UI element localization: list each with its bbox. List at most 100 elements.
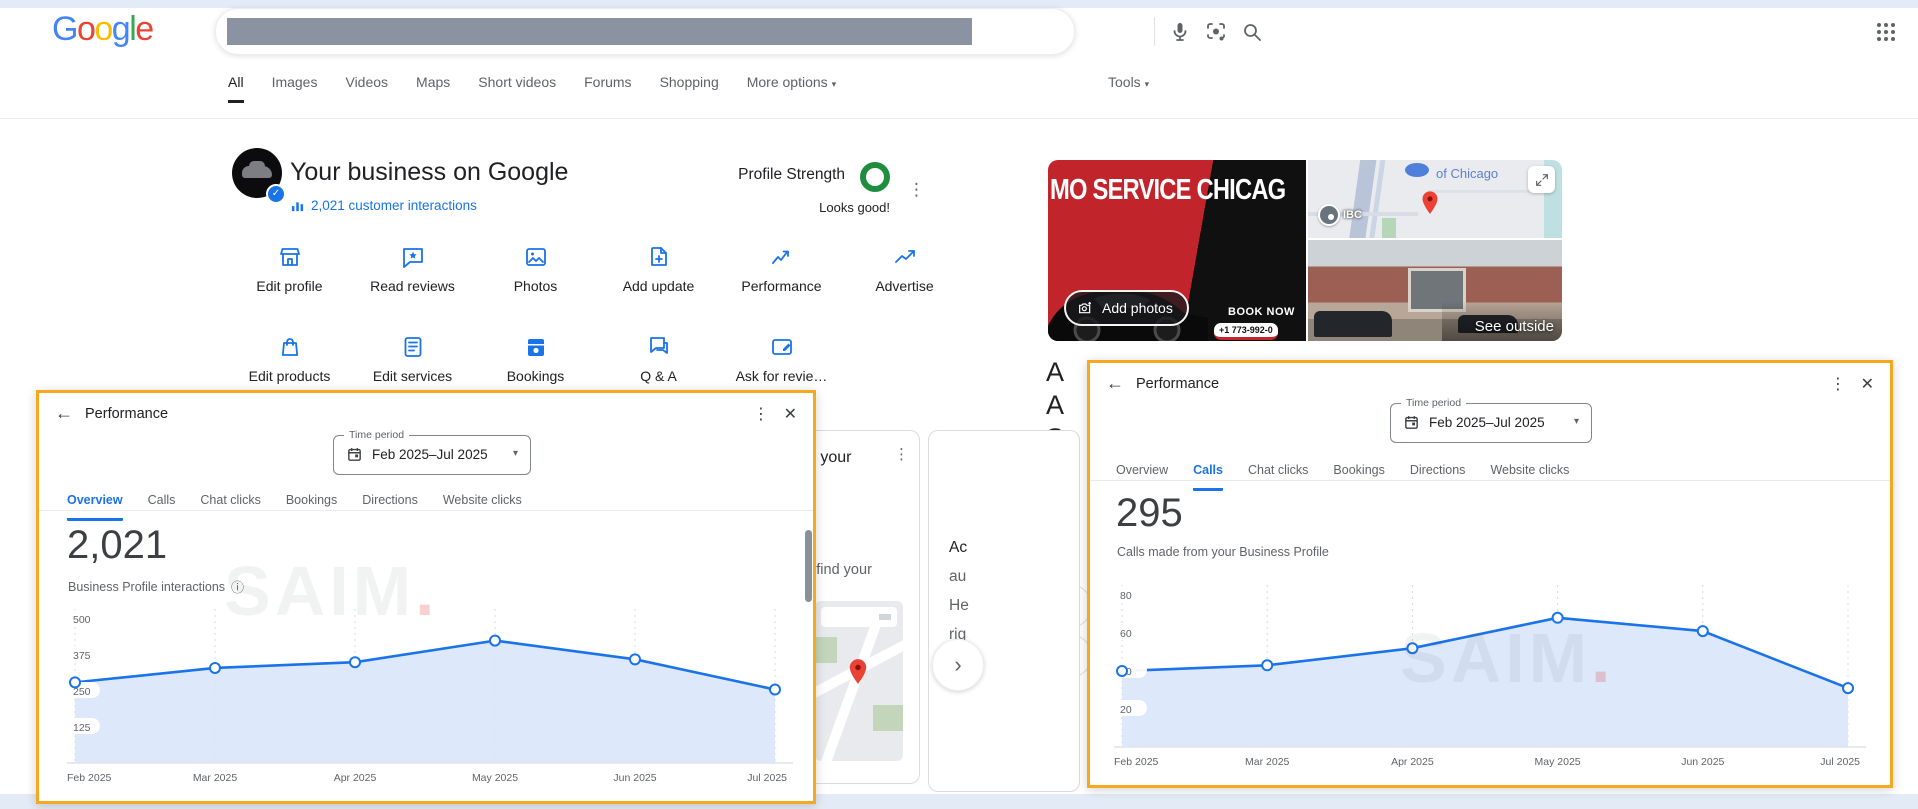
action-edit-services[interactable]: Edit services xyxy=(351,335,474,384)
performance-tab-overview[interactable]: Overview xyxy=(1116,463,1168,491)
time-period-field[interactable]: Time period Feb 2025–Jul 2025 ▾ xyxy=(1390,397,1592,443)
performance-tab-chat-clicks[interactable]: Chat clicks xyxy=(1248,463,1308,491)
search-bar[interactable] xyxy=(215,8,1261,55)
search-tab-maps[interactable]: Maps xyxy=(416,74,450,103)
business-overflow-menu[interactable]: ⋮ xyxy=(908,180,925,200)
profile-strength-ring[interactable] xyxy=(860,162,890,192)
map-area-label: of Chicago xyxy=(1436,166,1499,181)
tools-menu[interactable]: Tools ▾ xyxy=(1108,74,1149,90)
overflow-menu-icon[interactable]: ⋮ xyxy=(1830,374,1846,394)
add-photos-button[interactable]: Add photos xyxy=(1064,290,1189,326)
action-label: Q & A xyxy=(640,368,677,384)
mini-map-park xyxy=(815,637,837,663)
action-ask-for-revie-[interactable]: Ask for revie… xyxy=(720,335,843,384)
action-edit-profile[interactable]: Edit profile xyxy=(228,245,351,294)
panel-scrollbar[interactable] xyxy=(805,530,812,602)
calendar-icon xyxy=(1403,414,1420,431)
performance-tab-overview[interactable]: Overview xyxy=(67,493,123,521)
mini-map-searchbar xyxy=(821,607,897,627)
search-icon[interactable] xyxy=(1240,20,1264,44)
svg-text:May 2025: May 2025 xyxy=(1535,756,1581,768)
customer-interactions-link[interactable]: 2,021 customer interactions xyxy=(290,198,477,213)
panel-title: Performance xyxy=(85,406,169,422)
map-marker-dot xyxy=(1318,204,1340,226)
action-label: Edit products xyxy=(248,368,331,384)
performance-tab-directions[interactable]: Directions xyxy=(362,493,418,521)
search-tab-short-videos[interactable]: Short videos xyxy=(478,74,556,103)
chart-point[interactable] xyxy=(349,656,361,669)
chart-point[interactable] xyxy=(209,661,221,674)
svg-text:20: 20 xyxy=(1120,704,1132,716)
performance-tab-website-clicks[interactable]: Website clicks xyxy=(1490,463,1569,491)
chart-point[interactable] xyxy=(1261,659,1274,672)
search-tab-more-options[interactable]: More options ▾ xyxy=(747,74,836,103)
chart-point[interactable] xyxy=(1116,665,1128,677)
chart-point[interactable] xyxy=(1696,625,1709,638)
chart-point[interactable] xyxy=(1842,682,1854,695)
performance-tab-calls[interactable]: Calls xyxy=(1193,463,1223,491)
search-tab-images[interactable]: Images xyxy=(272,74,318,103)
action-photos[interactable]: Photos xyxy=(474,245,597,294)
logo-letter: G xyxy=(52,10,78,48)
chart-point[interactable] xyxy=(1406,642,1419,655)
search-tab-shopping[interactable]: Shopping xyxy=(660,74,719,103)
search-tab-forums[interactable]: Forums xyxy=(584,74,631,103)
review-request-icon xyxy=(770,335,794,359)
search-tab-all[interactable]: All xyxy=(228,74,244,103)
mic-icon[interactable] xyxy=(1168,20,1192,44)
search-divider xyxy=(1154,17,1155,46)
lens-icon[interactable] xyxy=(1204,20,1228,44)
profile-strength-status: Looks good! xyxy=(819,200,890,215)
performance-tab-website-clicks[interactable]: Website clicks xyxy=(443,493,522,521)
action-advertise[interactable]: Advertise xyxy=(843,245,966,294)
map-park xyxy=(1382,218,1396,238)
carousel-next-button[interactable]: › xyxy=(932,639,984,691)
street-view-thumbnail[interactable]: See outside xyxy=(1308,240,1562,341)
performance-tab-directions[interactable]: Directions xyxy=(1410,463,1466,491)
performance-tab-bookings[interactable]: Bookings xyxy=(286,493,337,521)
action-add-update[interactable]: Add update xyxy=(597,245,720,294)
overflow-menu-icon[interactable]: ⋮ xyxy=(753,404,769,424)
business-actions-row2: Edit products Edit services Bookings Q & A A… xyxy=(228,335,843,384)
chart-point[interactable] xyxy=(69,676,81,689)
map-expand-button[interactable] xyxy=(1528,166,1555,193)
performance-tab-calls[interactable]: Calls xyxy=(148,493,176,521)
action-label: Edit services xyxy=(372,368,453,384)
action-label: Photos xyxy=(513,278,558,294)
business-photos-block: MO SERVICE CHICAG BOOK NOW +1 773-992-0 … xyxy=(1048,160,1562,341)
close-icon[interactable]: ✕ xyxy=(1861,374,1874,394)
apps-grid-icon[interactable] xyxy=(1874,20,1898,44)
action-bookings[interactable]: Bookings xyxy=(474,335,597,384)
avatar-car-logo xyxy=(242,161,272,178)
map-thumbnail[interactable]: of Chicago IBC xyxy=(1308,160,1562,238)
performance-tab-chat-clicks[interactable]: Chat clicks xyxy=(200,493,260,521)
metric-label: Calls made from your Business Profile xyxy=(1117,545,1329,559)
search-tab-videos[interactable]: Videos xyxy=(345,74,388,103)
back-icon[interactable]: ← xyxy=(1106,373,1124,394)
tabs-separator xyxy=(1090,480,1890,481)
chart-point[interactable] xyxy=(489,634,501,647)
performance-tab-bookings[interactable]: Bookings xyxy=(1333,463,1384,491)
business-avatar[interactable]: ✓ xyxy=(232,148,286,204)
caret-down-icon: ▾ xyxy=(1573,416,1579,427)
chart-point[interactable] xyxy=(769,683,781,696)
action-label: Add update xyxy=(622,278,695,294)
action-label: Ask for revie… xyxy=(735,368,828,384)
action-q-a[interactable]: Q & A xyxy=(597,335,720,384)
action-performance[interactable]: Performance xyxy=(720,245,843,294)
expand-icon xyxy=(1534,172,1550,188)
close-icon[interactable]: ✕ xyxy=(784,404,797,424)
google-logo[interactable]: Google xyxy=(52,10,154,49)
info-icon[interactable]: ⓘ xyxy=(231,577,244,596)
time-period-field[interactable]: Time period Feb 2025–Jul 2025 ▾ xyxy=(333,429,531,475)
back-icon[interactable]: ← xyxy=(55,403,73,424)
header-separator xyxy=(0,118,1918,119)
chart-point[interactable] xyxy=(1551,611,1564,624)
action-read-reviews[interactable]: Read reviews xyxy=(351,245,474,294)
action-edit-products[interactable]: Edit products xyxy=(228,335,351,384)
chart-point[interactable] xyxy=(629,653,641,666)
svg-text:60: 60 xyxy=(1120,628,1132,640)
business-banner-photo[interactable]: MO SERVICE CHICAG BOOK NOW +1 773-992-0 … xyxy=(1048,160,1306,341)
card-overflow-menu[interactable]: ⋮ xyxy=(894,445,909,463)
metric-value: 295 xyxy=(1116,491,1183,535)
